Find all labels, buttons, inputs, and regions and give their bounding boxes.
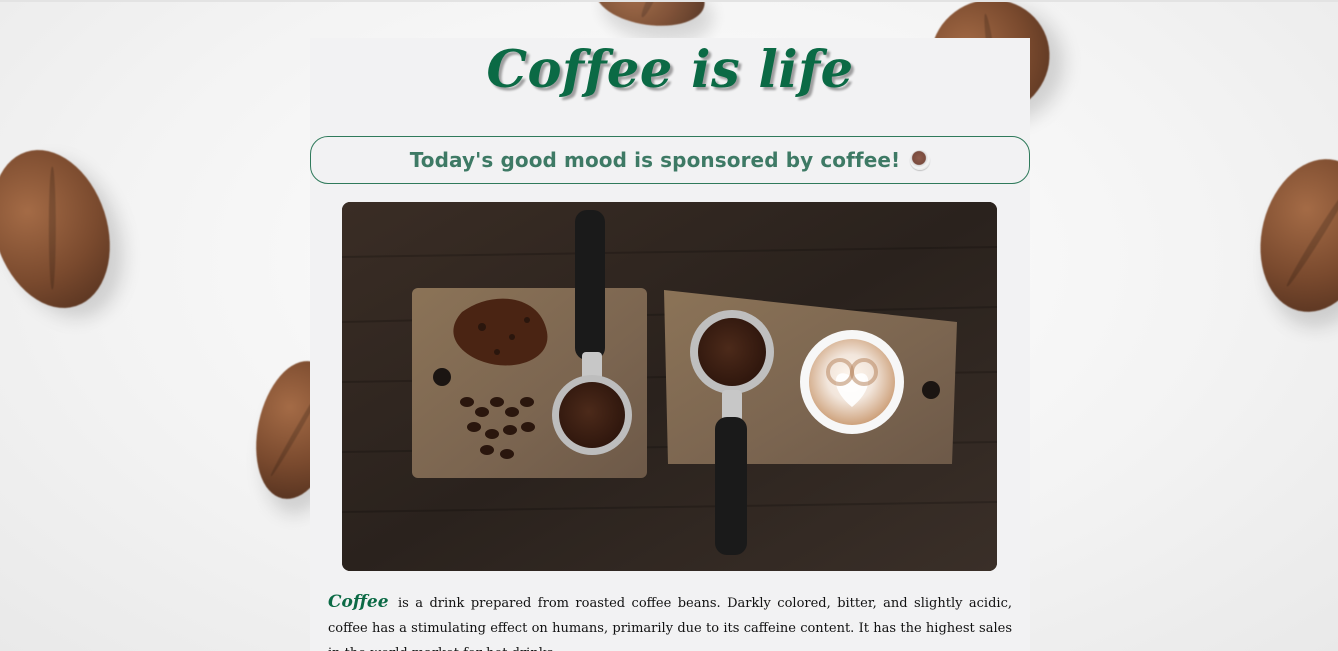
coffee-photo — [342, 202, 997, 571]
coffee-description: Coffee is a drink prepared from roasted … — [328, 590, 1012, 651]
coffee-bean-image — [1244, 146, 1338, 325]
mood-banner: Today's good mood is sponsored by coffee… — [310, 136, 1030, 184]
coffee-bean-image — [591, 0, 709, 33]
coffee-description-text: is a drink prepared from roasted coffee … — [328, 596, 1012, 651]
top-border — [0, 0, 1338, 2]
banner-text: Today's good mood is sponsored by coffee… — [409, 148, 901, 172]
coffee-photo-illustration — [342, 202, 997, 571]
page-title: Coffee is life — [486, 40, 854, 100]
coffee-cup-icon — [910, 150, 931, 170]
coffee-bean-image — [0, 134, 130, 324]
coffee-lead-word: Coffee — [328, 592, 389, 612]
content-card: Coffee is life Today's good mood is spon… — [310, 38, 1030, 651]
